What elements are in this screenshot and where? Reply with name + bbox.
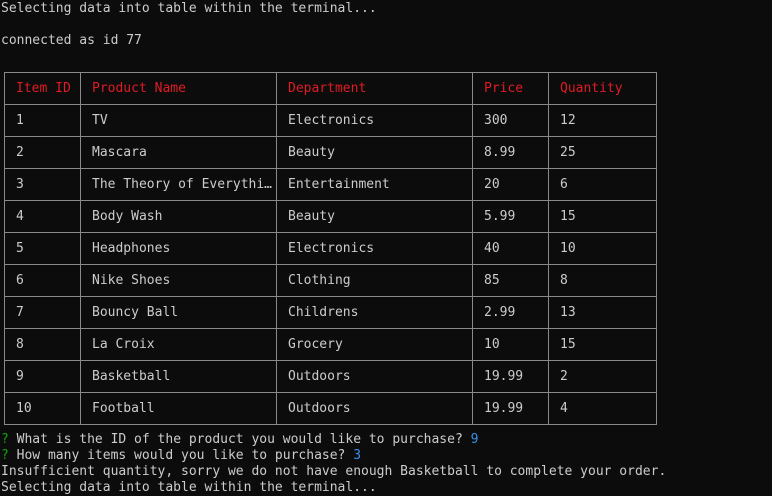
cell-department: Beauty (276, 136, 473, 169)
cell-product-name: La Croix (80, 328, 277, 361)
cell-department: Clothing (276, 264, 473, 297)
header-item-id: Item ID (4, 72, 81, 105)
cell-item-id: 10 (4, 392, 81, 425)
status-line-selecting: Selecting data into table within the ter… (1, 1, 377, 16)
table-row: 10 Football Outdoors 19.99 4 (4, 392, 657, 425)
cell-department: Outdoors (276, 360, 473, 393)
cell-quantity: 15 (548, 328, 657, 361)
prompt-question: What is the ID of the product you would … (16, 432, 463, 447)
header-quantity: Quantity (548, 72, 657, 105)
cell-price: 19.99 (472, 392, 549, 425)
table-header-row: Item ID Product Name Department Price Qu… (4, 72, 657, 105)
header-product-name: Product Name (80, 72, 277, 105)
cell-product-name: TV (80, 104, 277, 137)
products-table: Item ID Product Name Department Price Qu… (4, 72, 657, 425)
result-message: Insufficient quantity, sorry we do not h… (1, 464, 667, 479)
status-line-connected: connected as id 77 (1, 33, 142, 48)
prompt-product-id: ? What is the ID of the product you woul… (1, 432, 478, 448)
cell-quantity: 12 (548, 104, 657, 137)
cell-quantity: 25 (548, 136, 657, 169)
cell-product-name: Football (80, 392, 277, 425)
cell-department: Grocery (276, 328, 473, 361)
status-line-selecting-cutoff: Selecting data into table within the ter… (1, 480, 377, 495)
prompt-question: How many items would you like to purchas… (16, 448, 346, 463)
cell-quantity: 2 (548, 360, 657, 393)
table-row: 2 Mascara Beauty 8.99 25 (4, 136, 657, 169)
cell-item-id: 2 (4, 136, 81, 169)
cell-product-name: Nike Shoes (80, 264, 277, 297)
cell-price: 10 (472, 328, 549, 361)
cell-item-id: 5 (4, 232, 81, 265)
cell-price: 300 (472, 104, 549, 137)
cell-product-name: Body Wash (80, 200, 277, 233)
cell-quantity: 6 (548, 168, 657, 201)
cell-product-name: Headphones (80, 232, 277, 265)
cell-quantity: 4 (548, 392, 657, 425)
cell-quantity: 13 (548, 296, 657, 329)
cell-department: Outdoors (276, 392, 473, 425)
prompt-marker: ? (1, 448, 9, 463)
prompt-marker: ? (1, 432, 9, 447)
cell-price: 85 (472, 264, 549, 297)
cell-item-id: 9 (4, 360, 81, 393)
cell-department: Beauty (276, 200, 473, 233)
cell-price: 5.99 (472, 200, 549, 233)
table-row: 7 Bouncy Ball Childrens 2.99 13 (4, 296, 657, 329)
cell-product-name: Mascara (80, 136, 277, 169)
table-row: 5 Headphones Electronics 40 10 (4, 232, 657, 265)
prompt-answer: 9 (470, 432, 479, 447)
cell-product-name: The Theory of Everythi… (80, 168, 277, 201)
cell-product-name: Bouncy Ball (80, 296, 277, 329)
table-row: 3 The Theory of Everythi… Entertainment … (4, 168, 657, 201)
header-price: Price (472, 72, 549, 105)
header-department: Department (276, 72, 473, 105)
table-row: 6 Nike Shoes Clothing 85 8 (4, 264, 657, 297)
cell-quantity: 10 (548, 232, 657, 265)
cell-item-id: 4 (4, 200, 81, 233)
cell-department: Electronics (276, 104, 473, 137)
cell-department: Entertainment (276, 168, 473, 201)
cell-item-id: 6 (4, 264, 81, 297)
cell-price: 19.99 (472, 360, 549, 393)
cell-price: 2.99 (472, 296, 549, 329)
cell-department: Electronics (276, 232, 473, 265)
cell-item-id: 7 (4, 296, 81, 329)
prompt-quantity: ? How many items would you like to purch… (1, 448, 361, 464)
table-row: 4 Body Wash Beauty 5.99 15 (4, 200, 657, 233)
cell-quantity: 8 (548, 264, 657, 297)
cell-product-name: Basketball (80, 360, 277, 393)
cell-department: Childrens (276, 296, 473, 329)
cell-item-id: 1 (4, 104, 81, 137)
table-row: 9 Basketball Outdoors 19.99 2 (4, 360, 657, 393)
prompt-answer: 3 (353, 448, 362, 463)
cell-price: 20 (472, 168, 549, 201)
table-row: 1 TV Electronics 300 12 (4, 104, 657, 137)
cell-item-id: 8 (4, 328, 81, 361)
cell-quantity: 15 (548, 200, 657, 233)
cell-price: 40 (472, 232, 549, 265)
cell-item-id: 3 (4, 168, 81, 201)
cell-price: 8.99 (472, 136, 549, 169)
table-row: 8 La Croix Grocery 10 15 (4, 328, 657, 361)
